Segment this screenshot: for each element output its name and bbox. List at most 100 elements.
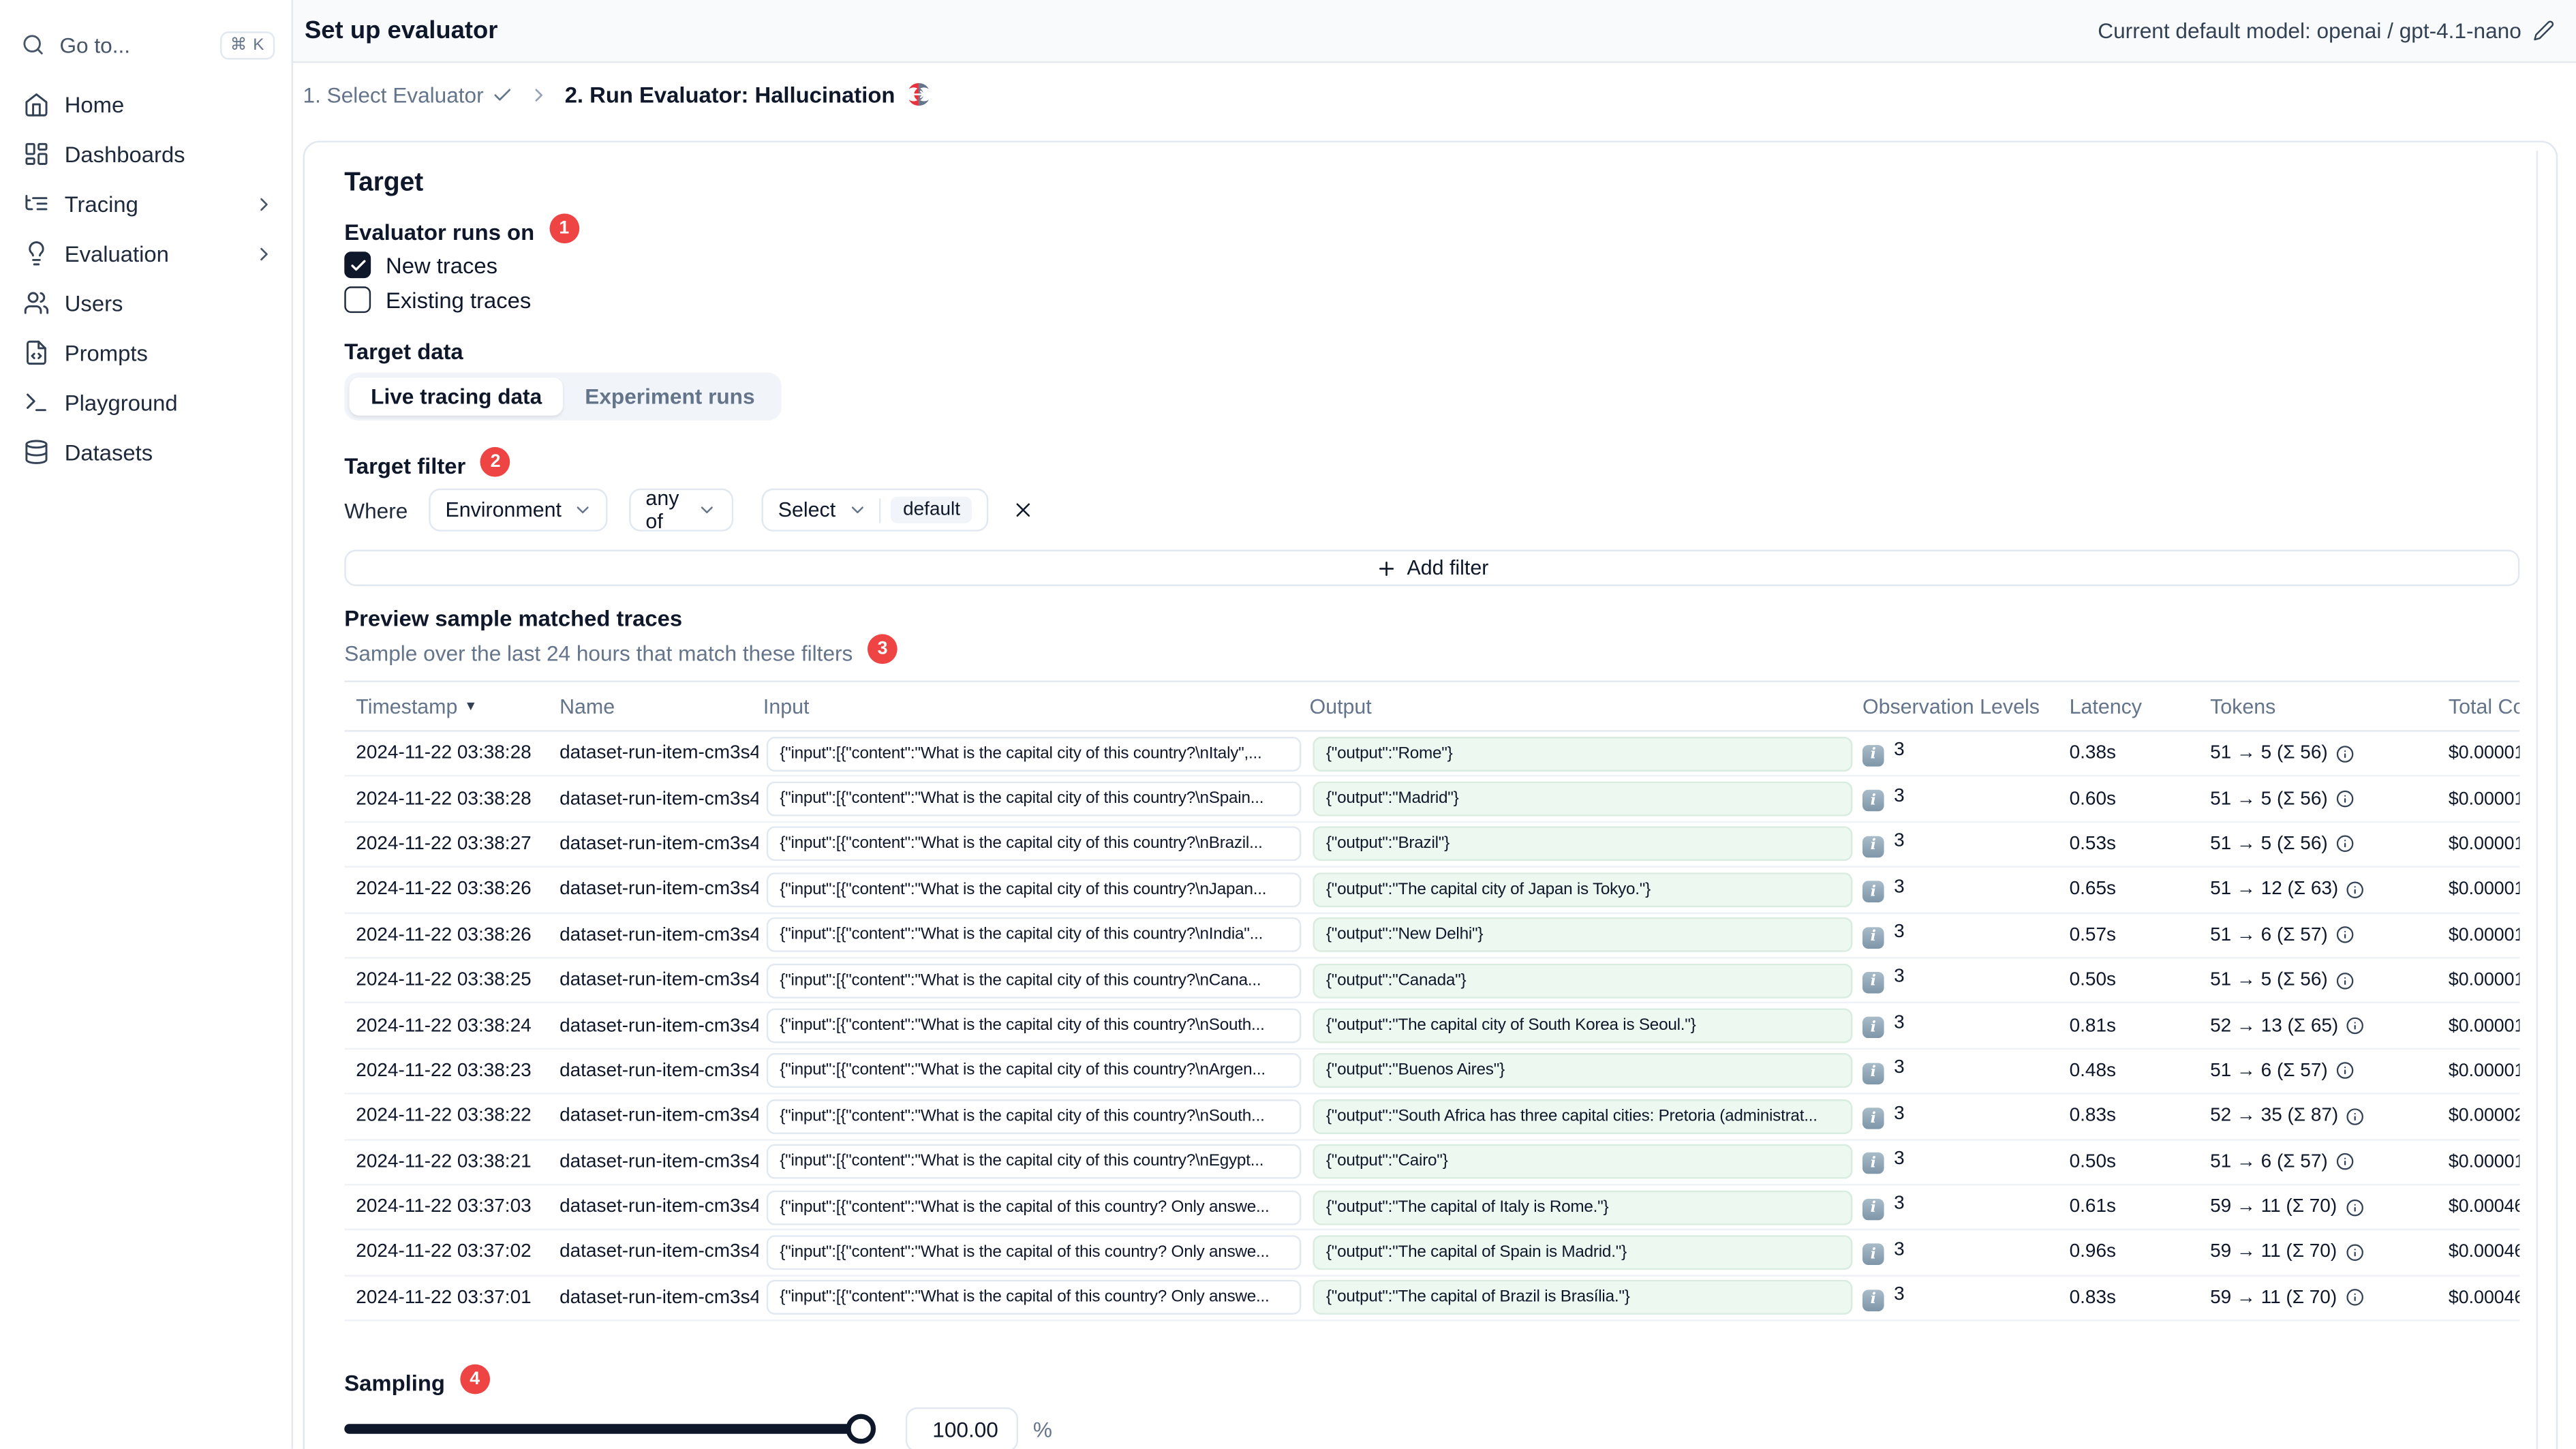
- output-cell[interactable]: {"output":"Cairo"}: [1313, 1144, 1853, 1180]
- output-cell[interactable]: {"output":"The capital city of South Kor…: [1313, 1008, 1853, 1043]
- input-cell[interactable]: {"input":[{"content":"What is the capita…: [766, 1008, 1302, 1043]
- table-row[interactable]: 2024-11-22 03:38:21 dataset-run-item-cm3…: [344, 1140, 2520, 1186]
- info-level-icon: i: [1862, 881, 1884, 903]
- filter-column-select[interactable]: Environment: [429, 488, 608, 532]
- input-cell[interactable]: {"input":[{"content":"What is the capita…: [766, 1280, 1302, 1315]
- cell-name: dataset-run-item-cm3s4: [559, 1152, 758, 1172]
- output-cell[interactable]: {"output":"The capital city of Japan is …: [1313, 872, 1853, 907]
- preview-subtitle-row: Sample over the last 24 hours that match…: [344, 634, 898, 667]
- input-cell[interactable]: {"input":[{"content":"What is the capita…: [766, 827, 1302, 862]
- sidebar-item-tracing[interactable]: Tracing: [0, 179, 292, 228]
- input-cell[interactable]: {"input":[{"content":"What is the capita…: [766, 1189, 1302, 1225]
- sidebar-item-home[interactable]: Home: [0, 80, 292, 129]
- info-circle-icon[interactable]: [2345, 1243, 2363, 1262]
- checkbox-existing-traces[interactable]: [344, 286, 371, 314]
- tab-live-tracing-data[interactable]: Live tracing data: [349, 377, 564, 416]
- info-level-icon: i: [1862, 1108, 1884, 1129]
- info-circle-icon[interactable]: [2336, 836, 2355, 854]
- info-circle-icon[interactable]: [2346, 1108, 2365, 1126]
- column-header-total-cost[interactable]: Total Cost: [2449, 695, 2519, 718]
- output-cell[interactable]: {"output":"The capital of Brazil is Bras…: [1313, 1280, 1853, 1315]
- sort-desc-icon[interactable]: ▼: [464, 699, 477, 714]
- input-cell[interactable]: {"input":[{"content":"What is the capita…: [766, 1235, 1302, 1270]
- input-cell[interactable]: {"input":[{"content":"What is the capita…: [766, 736, 1302, 772]
- table-row[interactable]: 2024-11-22 03:38:28 dataset-run-item-cm3…: [344, 731, 2520, 778]
- table-row[interactable]: 2024-11-22 03:38:23 dataset-run-item-cm3…: [344, 1049, 2520, 1095]
- output-cell[interactable]: {"output":"Brazil"}: [1313, 827, 1853, 862]
- goto-label: Go to...: [59, 32, 131, 57]
- info-circle-icon[interactable]: [2345, 1289, 2363, 1307]
- slider-handle[interactable]: [846, 1414, 876, 1444]
- add-filter-button[interactable]: Add filter: [344, 549, 2520, 586]
- table-row[interactable]: 2024-11-22 03:38:25 dataset-run-item-cm3…: [344, 958, 2520, 1004]
- table-row[interactable]: 2024-11-22 03:38:26 dataset-run-item-cm3…: [344, 868, 2520, 913]
- sidebar-item-playground[interactable]: Playground: [0, 378, 292, 427]
- output-cell[interactable]: {"output":"South Africa has three capita…: [1313, 1099, 1853, 1134]
- input-cell[interactable]: {"input":[{"content":"What is the capita…: [766, 1054, 1302, 1089]
- target-option[interactable]: New traces: [344, 251, 497, 279]
- input-cell[interactable]: {"input":[{"content":"What is the capita…: [766, 781, 1302, 817]
- info-circle-icon[interactable]: [2336, 926, 2355, 945]
- table-row[interactable]: 2024-11-22 03:38:24 dataset-run-item-cm3…: [344, 1003, 2520, 1050]
- column-header-observation-levels[interactable]: Observation Levels: [1856, 695, 2066, 718]
- step-select-evaluator[interactable]: 1. Select Evaluator: [303, 82, 514, 107]
- table-row[interactable]: 2024-11-22 03:37:01 dataset-run-item-cm3…: [344, 1276, 2520, 1322]
- info-circle-icon[interactable]: [2336, 744, 2355, 763]
- target-data-tabs: Live tracing data Experiment runs: [344, 372, 782, 421]
- cell-tokens: 59 → 11 (Σ 70): [2207, 1242, 2449, 1262]
- step-run-evaluator[interactable]: 2. Run Evaluator: Hallucination: [565, 81, 932, 108]
- sidebar-item-prompts[interactable]: Prompts: [0, 328, 292, 378]
- column-header-timestamp[interactable]: Timestamp ▼: [344, 695, 548, 718]
- goto-button[interactable]: Go to... ⌘ K: [0, 23, 292, 66]
- output-cell[interactable]: {"output":"Canada"}: [1313, 962, 1853, 998]
- column-header-tokens[interactable]: Tokens: [2207, 695, 2449, 718]
- info-circle-icon[interactable]: [2336, 1153, 2355, 1171]
- column-header-latency[interactable]: Latency: [2066, 695, 2207, 718]
- filter-operator-select[interactable]: any of: [629, 487, 734, 534]
- tab-experiment-runs[interactable]: Experiment runs: [564, 378, 776, 416]
- sidebar-item-datasets[interactable]: Datasets: [0, 427, 292, 477]
- info-circle-icon[interactable]: [2336, 790, 2355, 808]
- table-row[interactable]: 2024-11-22 03:38:22 dataset-run-item-cm3…: [344, 1095, 2520, 1140]
- column-header-name[interactable]: Name: [548, 695, 758, 718]
- info-circle-icon[interactable]: [2346, 881, 2365, 899]
- sampling-slider[interactable]: [344, 1414, 876, 1444]
- table-row[interactable]: 2024-11-22 03:37:03 dataset-run-item-cm3…: [344, 1185, 2520, 1231]
- output-cell[interactable]: {"output":"Rome"}: [1313, 736, 1853, 772]
- info-circle-icon[interactable]: [2345, 1198, 2363, 1217]
- table-row[interactable]: 2024-11-22 03:38:26 dataset-run-item-cm3…: [344, 913, 2520, 959]
- cell-name: dataset-run-item-cm3s4: [559, 925, 758, 945]
- percent-label: %: [1032, 1416, 1052, 1442]
- edit-pencil-icon[interactable]: [2533, 20, 2555, 42]
- default-model-info[interactable]: Current default model: openai / gpt-4.1-…: [2098, 18, 2554, 43]
- output-cell[interactable]: {"output":"The capital of Spain is Madri…: [1313, 1235, 1853, 1270]
- input-cell[interactable]: {"input":[{"content":"What is the capita…: [766, 872, 1302, 907]
- checkbox-new-traces[interactable]: [344, 251, 371, 279]
- sidebar-item-dashboards[interactable]: Dashboards: [0, 129, 292, 179]
- input-cell[interactable]: {"input":[{"content":"What is the capita…: [766, 962, 1302, 998]
- output-cell[interactable]: {"output":"The capital of Italy is Rome.…: [1313, 1189, 1853, 1225]
- input-cell[interactable]: {"input":[{"content":"What is the capita…: [766, 1099, 1302, 1134]
- column-header-input[interactable]: Input: [758, 695, 1305, 718]
- card-scrollbar[interactable]: [2536, 151, 2539, 1449]
- table-row[interactable]: 2024-11-22 03:38:28 dataset-run-item-cm3…: [344, 777, 2520, 823]
- output-cell[interactable]: {"output":"New Delhi"}: [1313, 917, 1853, 953]
- target-option[interactable]: Existing traces: [344, 286, 531, 314]
- remove-filter-button[interactable]: [1011, 498, 1034, 521]
- input-cell[interactable]: {"input":[{"content":"What is the capita…: [766, 917, 1302, 953]
- filter-value-select[interactable]: Select default: [761, 488, 989, 532]
- table-row[interactable]: 2024-11-22 03:37:02 dataset-run-item-cm3…: [344, 1230, 2520, 1277]
- cell-timestamp: 2024-11-22 03:38:24: [356, 1016, 532, 1036]
- info-circle-icon[interactable]: [2336, 1062, 2355, 1080]
- sidebar-item-evaluation[interactable]: Evaluation: [0, 228, 292, 278]
- info-circle-icon[interactable]: [2336, 971, 2355, 990]
- input-cell[interactable]: {"input":[{"content":"What is the capita…: [766, 1144, 1302, 1180]
- column-header-output[interactable]: Output: [1304, 695, 1856, 718]
- output-cell[interactable]: {"output":"Madrid"}: [1313, 781, 1853, 817]
- sidebar-item-users[interactable]: Users: [0, 278, 292, 328]
- filter-operator-value: any of: [645, 487, 679, 534]
- table-row[interactable]: 2024-11-22 03:38:27 dataset-run-item-cm3…: [344, 822, 2520, 868]
- output-cell[interactable]: {"output":"Buenos Aires"}: [1313, 1054, 1853, 1089]
- info-circle-icon[interactable]: [2346, 1017, 2365, 1035]
- sampling-value-input[interactable]: [905, 1406, 1019, 1449]
